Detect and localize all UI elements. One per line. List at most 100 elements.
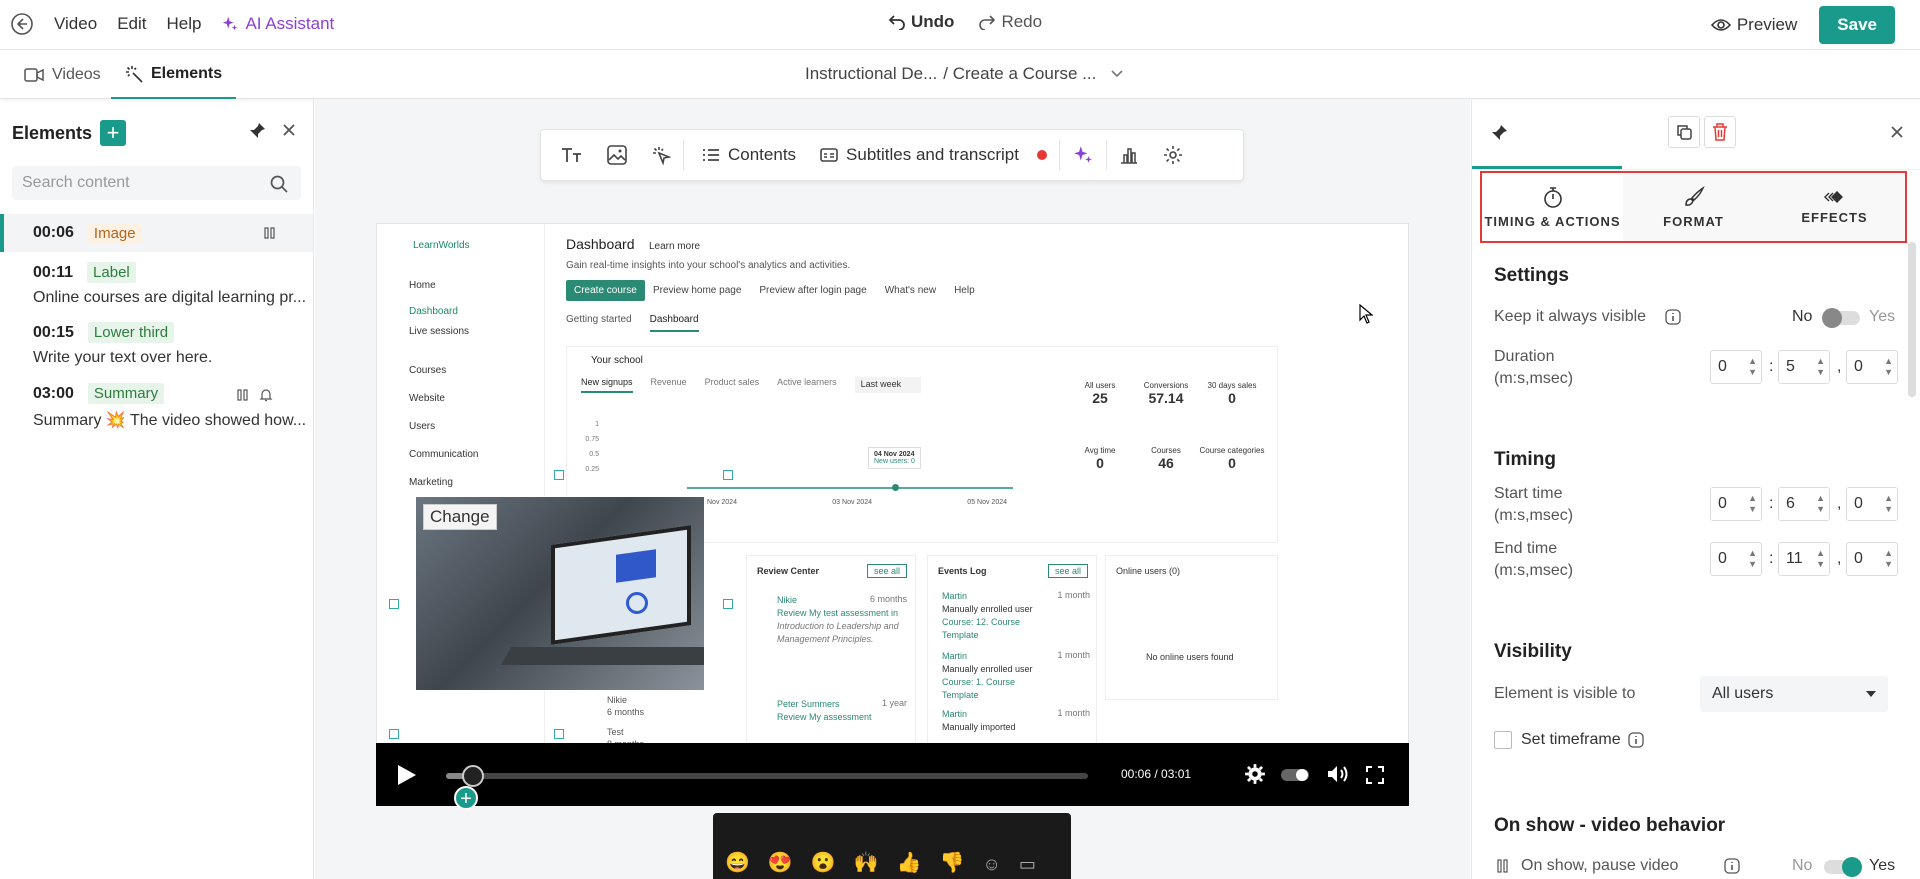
stepper-arrows-icon[interactable]: ▲ ▼: [1884, 548, 1893, 570]
end-minutes-input[interactable]: 0 ▲ ▼: [1710, 542, 1762, 576]
breadcrumb[interactable]: Instructional De... / Create a Course ..…: [805, 64, 1124, 84]
pause-icon[interactable]: [237, 389, 249, 401]
start-minutes-input[interactable]: 0 ▲ ▼: [1710, 487, 1762, 521]
fullscreen-icon[interactable]: [1366, 766, 1384, 784]
review-text: Review My test assessment in: [777, 608, 899, 618]
add-marker-button[interactable]: +: [454, 786, 478, 810]
duration-minutes-input[interactable]: 0 ▲ ▼: [1710, 350, 1762, 384]
progress-knob[interactable]: [462, 765, 485, 787]
tab-videos[interactable]: Videos: [10, 50, 115, 99]
stepper-arrows-icon[interactable]: ▲ ▼: [1816, 548, 1825, 570]
emoji-surprised-icon[interactable]: 😮: [811, 850, 836, 875]
undo-button[interactable]: Undo: [888, 12, 954, 32]
change-image-button[interactable]: Change: [423, 504, 497, 530]
resize-handle[interactable]: [389, 599, 399, 609]
resize-handle[interactable]: [389, 729, 399, 739]
stepper-arrows-icon[interactable]: ▲ ▼: [1748, 493, 1757, 515]
resize-handle[interactable]: [723, 470, 733, 480]
quality-toggle-icon[interactable]: [1280, 767, 1310, 783]
pause-video-toggle[interactable]: [1824, 857, 1862, 877]
menu-help[interactable]: Help: [166, 14, 201, 34]
tab-elements[interactable]: Elements: [111, 50, 237, 99]
comments-icon[interactable]: ▭: [1019, 854, 1036, 875]
elements-title: Elements: [12, 122, 93, 143]
delete-button[interactable]: [1704, 116, 1736, 148]
info-icon[interactable]: [1665, 309, 1681, 325]
element-item-image[interactable]: 00:06 Image: [0, 214, 313, 252]
redo-button[interactable]: Redo: [978, 12, 1042, 32]
bell-icon[interactable]: [259, 388, 273, 402]
stat: Course categories 0: [1199, 424, 1265, 471]
add-element-button[interactable]: +: [100, 120, 127, 146]
menu-video[interactable]: Video: [54, 14, 97, 34]
save-button[interactable]: Save: [1819, 6, 1895, 44]
ai-tool-button[interactable]: [1060, 144, 1106, 166]
stepper-arrows-icon[interactable]: ▲ ▼: [1748, 548, 1757, 570]
tab-timing-actions[interactable]: TIMING & ACTIONS: [1482, 173, 1623, 241]
gear-icon[interactable]: [1244, 763, 1266, 785]
resize-handle[interactable]: [723, 599, 733, 609]
pause-icon[interactable]: [264, 227, 276, 239]
preview-button[interactable]: Preview: [1710, 15, 1797, 35]
info-icon[interactable]: [1724, 858, 1740, 874]
duplicate-button[interactable]: [1668, 116, 1700, 148]
ai-assistant-button[interactable]: AI Assistant: [221, 14, 334, 34]
stepper-arrows-icon[interactable]: ▲ ▼: [1884, 356, 1893, 378]
element-toolbar: Contents Subtitles and transcript: [540, 129, 1244, 181]
emoji-picker-icon[interactable]: ☺: [982, 854, 1000, 875]
play-icon[interactable]: [396, 763, 418, 787]
stat-label: Avg time: [1084, 446, 1116, 455]
stepper-arrows-icon[interactable]: ▲ ▼: [1816, 356, 1825, 378]
back-icon[interactable]: [10, 12, 34, 36]
stepper-arrows-icon[interactable]: ▲ ▼: [1748, 356, 1757, 378]
pin-icon[interactable]: [248, 122, 266, 140]
volume-icon[interactable]: [1326, 764, 1350, 784]
duration-msec-input[interactable]: 0 ▲ ▼: [1846, 350, 1898, 384]
stepper-arrows-icon[interactable]: ▲ ▼: [1816, 493, 1825, 515]
duration-seconds-input[interactable]: 5 ▲ ▼: [1778, 350, 1830, 384]
element-item-lower-third[interactable]: 00:15 Lower third Write your text over h…: [0, 322, 313, 367]
info-icon[interactable]: [1628, 732, 1644, 748]
subtitles-button[interactable]: Subtitles and transcript: [808, 145, 1059, 165]
close-icon[interactable]: [282, 123, 296, 137]
set-timeframe-checkbox[interactable]: [1494, 731, 1512, 749]
menu-edit[interactable]: Edit: [117, 14, 146, 34]
emoji-laugh-icon[interactable]: 😄: [725, 850, 750, 875]
interactive-tool-button[interactable]: [639, 145, 683, 165]
text-tool-button[interactable]: [541, 146, 595, 164]
video-preview[interactable]: LearnWorlds Home Dashboard Live sessions…: [376, 223, 1409, 806]
end-seconds-input[interactable]: 11 ▲ ▼: [1778, 542, 1830, 576]
resize-handle[interactable]: [554, 729, 564, 739]
stat-label: Conversions: [1143, 381, 1189, 390]
emoji-thumbs-up-icon[interactable]: 👍: [897, 850, 922, 875]
settings-button[interactable]: [1151, 145, 1195, 165]
pin-icon[interactable]: [1490, 124, 1508, 142]
element-item-summary[interactable]: 03:00 Summary Summary 💥 The video showed…: [0, 383, 313, 430]
stepper-arrows-icon[interactable]: ▲ ▼: [1884, 493, 1893, 515]
visible-to-select[interactable]: All users: [1700, 676, 1888, 712]
search-input[interactable]: [12, 166, 301, 200]
video-chart-point: [892, 484, 899, 491]
search-icon[interactable]: [270, 175, 288, 193]
element-item-label[interactable]: 00:11 Label Online courses are digital l…: [0, 262, 313, 307]
close-icon[interactable]: [1890, 125, 1904, 139]
progress-track[interactable]: [446, 765, 1088, 787]
caret-down-icon: [1866, 691, 1876, 697]
video-stats: All users 25 Conversions 57.14 30 days sal…: [1067, 359, 1267, 471]
always-visible-toggle[interactable]: [1822, 308, 1860, 328]
start-seconds-input[interactable]: 6 ▲ ▼: [1778, 487, 1830, 521]
start-msec-input[interactable]: 0 ▲ ▼: [1846, 487, 1898, 521]
tab-effects[interactable]: EFFECTS: [1764, 173, 1905, 241]
end-msec-input[interactable]: 0 ▲ ▼: [1846, 542, 1898, 576]
contents-button[interactable]: Contents: [684, 145, 808, 165]
emoji-love-icon[interactable]: 😍: [768, 850, 793, 875]
panel-scrollbar[interactable]: [1908, 242, 1916, 397]
start-time-title: Start time: [1494, 485, 1563, 502]
video-chart-tooltip: 04 Nov 2024 New users: 0: [868, 447, 921, 469]
resize-handle[interactable]: [554, 470, 564, 480]
image-tool-button[interactable]: [595, 145, 639, 165]
tab-format[interactable]: FORMAT: [1623, 173, 1764, 241]
analytics-button[interactable]: [1107, 146, 1151, 164]
emoji-thumbs-down-icon[interactable]: 👎: [940, 850, 965, 875]
emoji-clap-icon[interactable]: 🙌: [854, 850, 879, 875]
